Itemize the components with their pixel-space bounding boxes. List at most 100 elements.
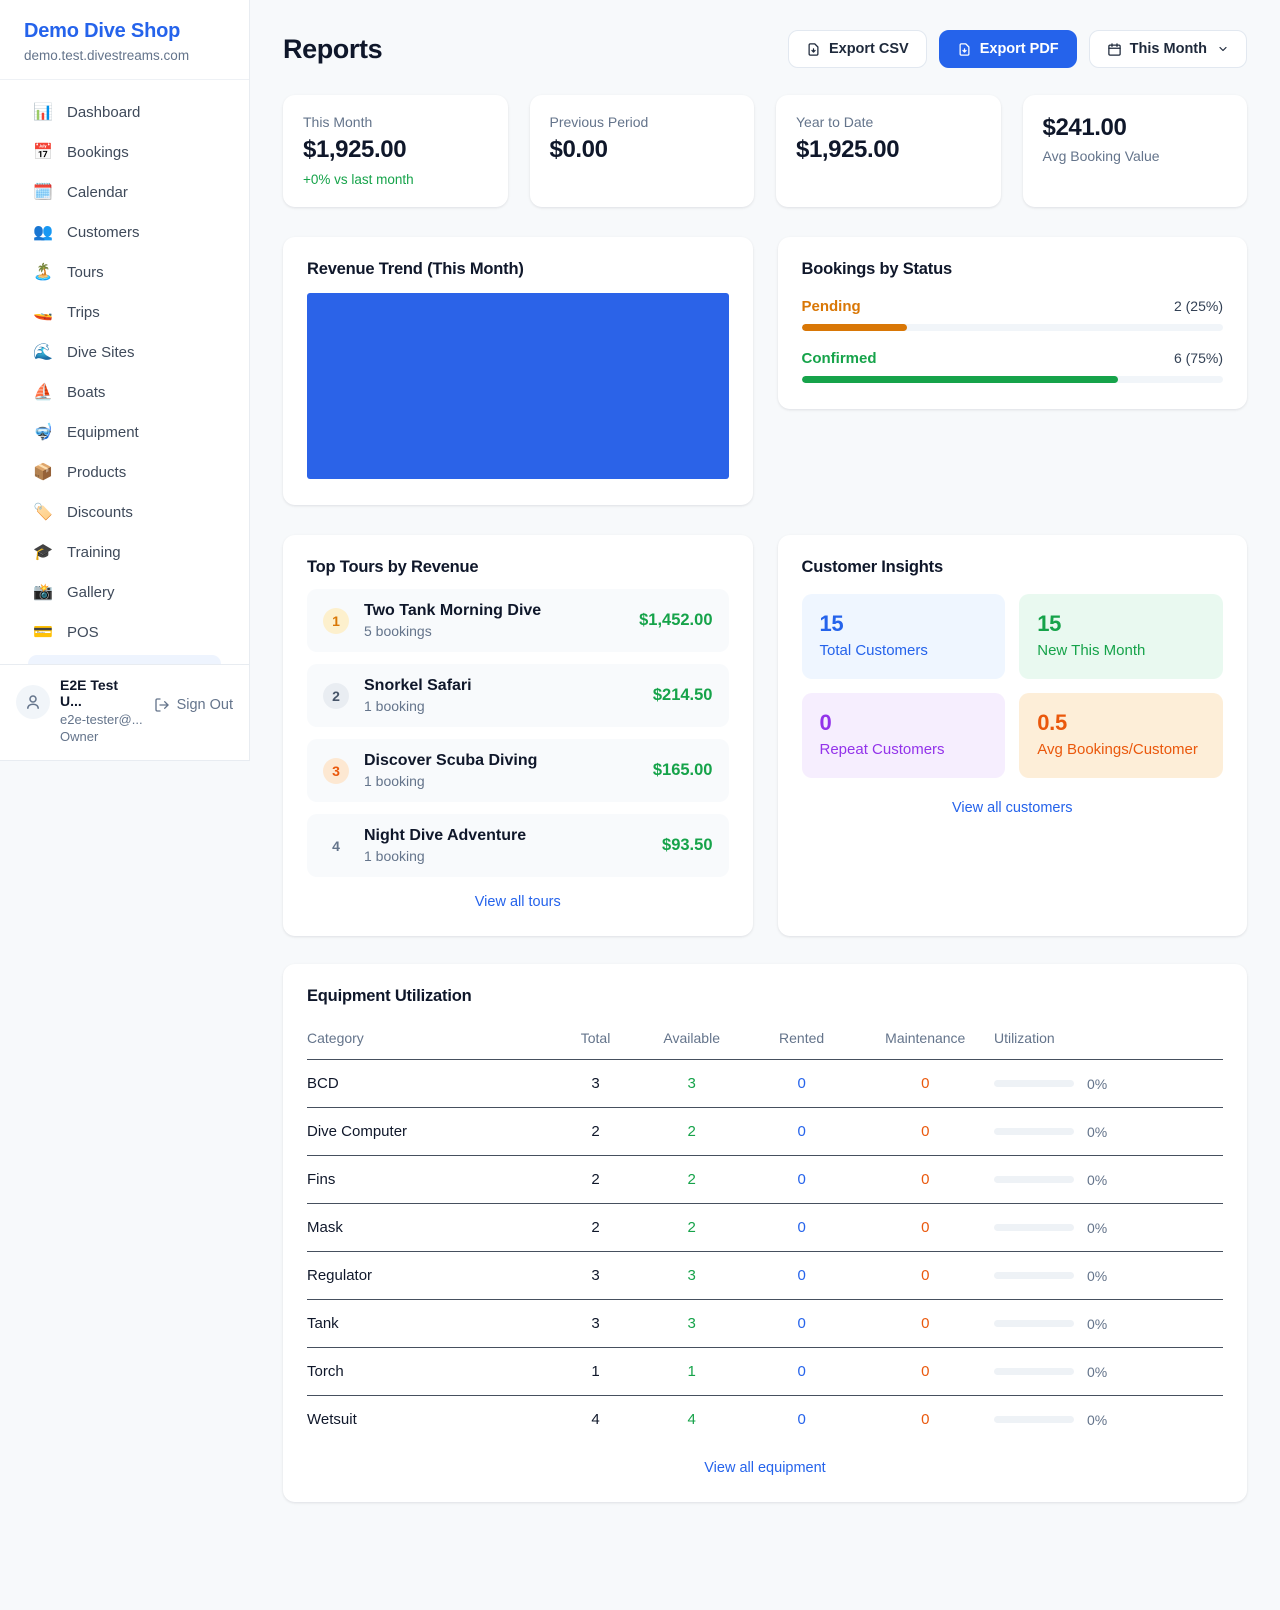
sidebar-item-dashboard[interactable]: 📊Dashboard (14, 92, 235, 132)
sidebar-item-bookings[interactable]: 📅Bookings (14, 132, 235, 172)
table-row: Tank 3 3 0 0 0% (307, 1300, 1223, 1348)
tour-info: Discover Scuba Diving 1 booking (364, 752, 537, 789)
tour-name: Two Tank Morning Dive (364, 602, 541, 620)
customer-insights-card: Customer Insights 15 Total Customers 15 … (778, 535, 1248, 936)
sidebar: Demo Dive Shop demo.test.divestreams.com… (0, 0, 250, 761)
sidebar-item-calendar[interactable]: 🗓️Calendar (14, 172, 235, 212)
utilization-percent: 0% (1087, 1316, 1107, 1332)
utilization-percent: 0% (1087, 1172, 1107, 1188)
progress-track (994, 1128, 1074, 1135)
table-header-row: Category Total Available Rented Maintena… (307, 1020, 1223, 1060)
cell-available: 3 (637, 1252, 747, 1300)
sidebar-item-boats[interactable]: ⛵Boats (14, 372, 235, 412)
brand-title[interactable]: Demo Dive Shop (24, 20, 225, 43)
tour-revenue: $165.00 (653, 761, 713, 780)
column-header: Rented (747, 1020, 857, 1060)
tour-bookings: 1 booking (364, 848, 526, 864)
tour-bookings: 1 booking (364, 773, 537, 789)
sidebar-item-tours[interactable]: 🏝️Tours (14, 252, 235, 292)
cell-utilization: 0% (994, 1252, 1223, 1300)
tour-name: Night Dive Adventure (364, 827, 526, 845)
export-csv-button[interactable]: Export CSV (788, 30, 927, 68)
stat-card-this-month: This Month $1,925.00 +0% vs last month (283, 95, 508, 207)
cell-maintenance: 0 (857, 1108, 994, 1156)
progress-track (994, 1272, 1074, 1279)
progress-track (994, 1080, 1074, 1087)
insight-value: 15 (1037, 611, 1205, 637)
progress-fill (802, 376, 1118, 383)
charts-row: Revenue Trend (This Month) Bookings by S… (283, 237, 1247, 505)
insight-label: Avg Bookings/Customer (1037, 741, 1205, 758)
cell-category: Tank (307, 1300, 554, 1348)
sidebar-item-trips[interactable]: 🚤Trips (14, 292, 235, 332)
export-pdf-button[interactable]: Export PDF (939, 30, 1077, 68)
sidebar-item-label: Calendar (67, 184, 128, 201)
table-row: BCD 3 3 0 0 0% (307, 1060, 1223, 1108)
utilization-widget: 0% (994, 1076, 1223, 1092)
cell-available: 3 (637, 1060, 747, 1108)
insight-value: 15 (820, 611, 988, 637)
table-row: Torch 1 1 0 0 0% (307, 1348, 1223, 1396)
cell-utilization: 0% (994, 1204, 1223, 1252)
insight-label: Total Customers (820, 642, 988, 659)
sidebar-item-customers[interactable]: 👥Customers (14, 212, 235, 252)
column-header: Category (307, 1020, 554, 1060)
user-role: Owner (60, 729, 144, 744)
insight-label: New This Month (1037, 642, 1205, 659)
utilization-widget: 0% (994, 1220, 1223, 1236)
tour-bookings: 5 bookings (364, 623, 541, 639)
status-value: 6 (75%) (1174, 350, 1223, 366)
main-content: Reports Export CSV Export PDF This Month (250, 0, 1280, 1562)
status-line: Pending 2 (25%) (802, 298, 1224, 315)
cell-total: 3 (554, 1300, 636, 1348)
cell-utilization: 0% (994, 1108, 1223, 1156)
sign-out-button[interactable]: Sign Out (154, 677, 233, 713)
stat-card-previous-period: Previous Period $0.00 (530, 95, 755, 207)
stat-label: Avg Booking Value (1043, 148, 1228, 164)
period-label: This Month (1130, 41, 1207, 57)
cell-category: Dive Computer (307, 1108, 554, 1156)
insight-tile-repeat-customers: 0 Repeat Customers (802, 693, 1006, 778)
table-row: Regulator 3 3 0 0 0% (307, 1252, 1223, 1300)
stat-value: $1,925.00 (796, 136, 981, 164)
tour-revenue: $1,452.00 (639, 611, 712, 630)
period-dropdown[interactable]: This Month (1089, 30, 1247, 68)
cell-category: Wetsuit (307, 1396, 554, 1444)
cell-total: 3 (554, 1252, 636, 1300)
sidebar-item-equipment[interactable]: 🤿Equipment (14, 412, 235, 452)
rank-badge: 2 (323, 683, 349, 709)
sidebar-nav: 📊Dashboard 📅Bookings 🗓️Calendar 👥Custome… (0, 80, 249, 664)
cell-rented: 0 (747, 1300, 857, 1348)
view-all-customers-link[interactable]: View all customers (802, 800, 1224, 816)
bookings-by-status-title: Bookings by Status (802, 260, 1224, 279)
sidebar-item-label: Dashboard (67, 104, 140, 121)
view-all-tours-link[interactable]: View all tours (307, 894, 729, 910)
sign-out-label: Sign Out (177, 697, 233, 713)
file-download-icon (957, 42, 972, 57)
sidebar-item-reports-partial[interactable] (28, 655, 221, 664)
speedboat-icon: 🚤 (32, 302, 54, 322)
person-icon (24, 693, 42, 711)
utilization-widget: 0% (994, 1316, 1223, 1332)
cell-total: 2 (554, 1156, 636, 1204)
sidebar-item-dive-sites[interactable]: 🌊Dive Sites (14, 332, 235, 372)
insights-grid: 15 Total Customers 15 New This Month 0 R… (802, 594, 1224, 778)
status-line: Confirmed 6 (75%) (802, 350, 1224, 367)
sidebar-item-gallery[interactable]: 📸Gallery (14, 572, 235, 612)
sidebar-item-pos[interactable]: 💳POS (14, 612, 235, 652)
cell-rented: 0 (747, 1252, 857, 1300)
view-all-equipment-link[interactable]: View all equipment (307, 1460, 1223, 1476)
cell-category: Mask (307, 1204, 554, 1252)
sidebar-item-training[interactable]: 🎓Training (14, 532, 235, 572)
cell-total: 3 (554, 1060, 636, 1108)
cell-maintenance: 0 (857, 1060, 994, 1108)
stat-cards: This Month $1,925.00 +0% vs last month P… (283, 95, 1247, 207)
revenue-trend-card: Revenue Trend (This Month) (283, 237, 753, 505)
sidebar-item-discounts[interactable]: 🏷️Discounts (14, 492, 235, 532)
utilization-widget: 0% (994, 1172, 1223, 1188)
cell-maintenance: 0 (857, 1156, 994, 1204)
sidebar-item-products[interactable]: 📦Products (14, 452, 235, 492)
column-header: Available (637, 1020, 747, 1060)
rank-badge: 1 (323, 608, 349, 634)
tour-info: Night Dive Adventure 1 booking (364, 827, 526, 864)
